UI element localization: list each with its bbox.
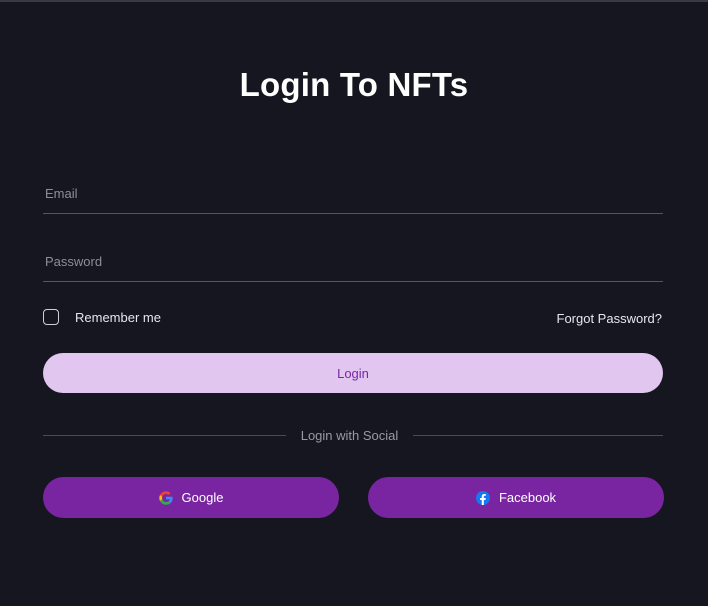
page-title: Login To NFTs [239, 66, 469, 103]
google-button-label: Google [181, 490, 224, 505]
email-field [43, 174, 663, 214]
facebook-login-button[interactable]: Facebook [368, 477, 664, 518]
divider-line-left [43, 435, 286, 436]
password-field [43, 242, 663, 282]
google-icon [158, 490, 173, 505]
login-button[interactable]: Login [43, 353, 663, 393]
remember-me-label[interactable]: Remember me [75, 310, 161, 325]
remember-me-checkbox[interactable] [43, 309, 59, 325]
password-input[interactable] [43, 242, 663, 281]
email-input[interactable] [43, 174, 663, 213]
divider-line-right [413, 435, 663, 436]
facebook-button-label: Facebook [498, 490, 557, 505]
social-divider-label: Login with Social [300, 428, 399, 443]
login-page: Login To NFTs Remember me Forgot Passwor… [0, 0, 708, 606]
facebook-icon [475, 490, 490, 505]
google-login-button[interactable]: Google [43, 477, 339, 518]
forgot-password-link[interactable]: Forgot Password? [557, 311, 663, 326]
